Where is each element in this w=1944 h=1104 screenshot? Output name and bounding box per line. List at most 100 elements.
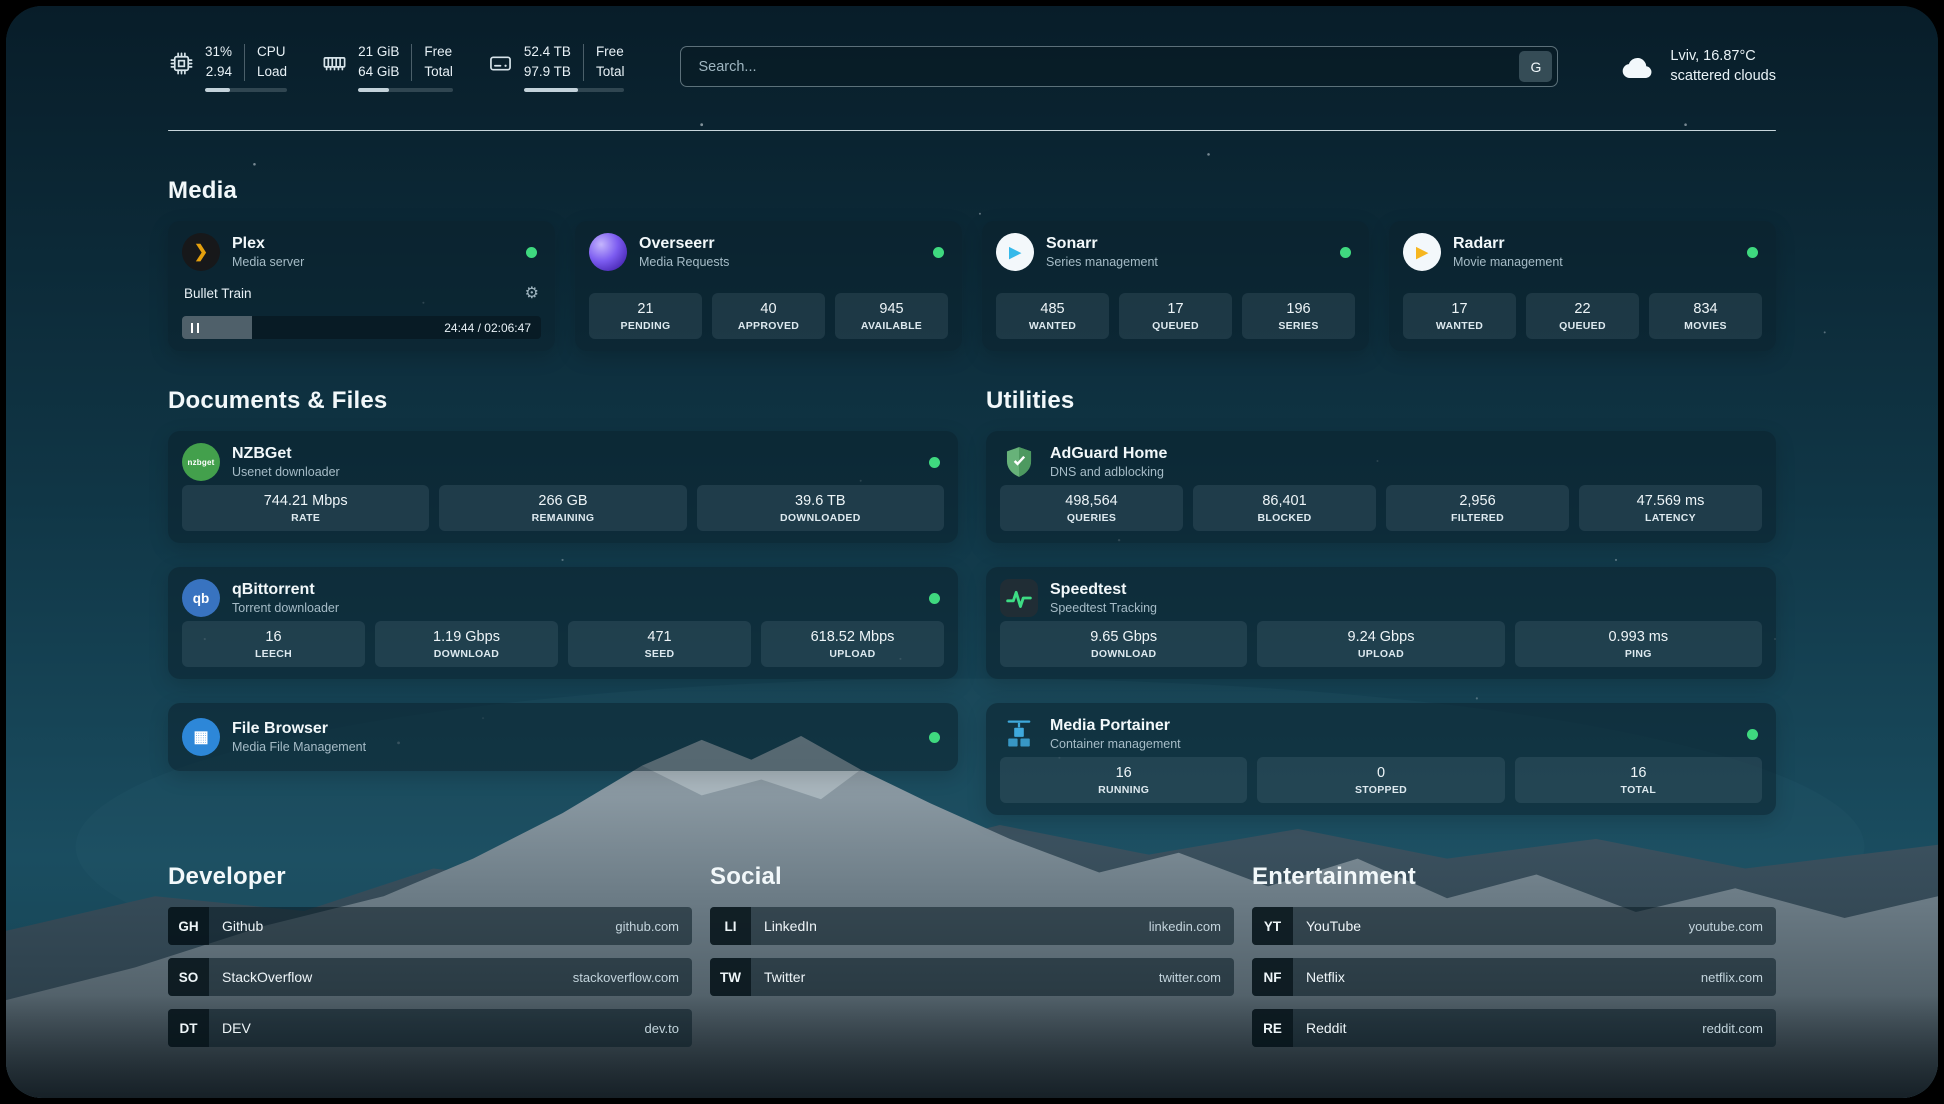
app-desc: Media File Management xyxy=(232,740,366,754)
app-name: qBittorrent xyxy=(232,581,339,599)
bookmarks-developer: Developer GH Github github.com SO StackO… xyxy=(168,863,692,1060)
app-desc: DNS and adblocking xyxy=(1050,465,1167,479)
stat-download: 1.19 Gbps DOWNLOAD xyxy=(375,621,558,667)
weather-condition: scattered clouds xyxy=(1670,66,1776,86)
memory-free-value: 21 GiB xyxy=(358,44,399,61)
stat-stopped: 0 STOPPED xyxy=(1257,757,1504,803)
app-card-plex[interactable]: ❯ Plex Media server Bullet Train ⚙ xyxy=(168,221,555,351)
status-online-dot xyxy=(929,593,940,604)
app-desc: Movie management xyxy=(1453,255,1563,269)
disk-total-value: 97.9 TB xyxy=(524,64,571,81)
disk-widget: 52.4 TB 97.9 TB Free Total xyxy=(487,44,625,92)
stat-queued: 17 QUEUED xyxy=(1119,293,1232,339)
nzbget-icon: nzbget xyxy=(182,443,220,481)
stat-running: 16 RUNNING xyxy=(1000,757,1247,803)
bookmarks-social: Social LI LinkedIn linkedin.com TW Twitt… xyxy=(710,863,1234,1060)
app-name: Sonarr xyxy=(1046,235,1158,253)
cpu-percent: 31% xyxy=(205,44,232,61)
stat-remaining: 266 GB REMAINING xyxy=(439,485,686,531)
app-card-radarr[interactable]: ▶ Radarr Movie management 17 WANTED xyxy=(1389,221,1776,351)
section-utilities: Utilities AdGuard Home DNS and xyxy=(986,387,1776,815)
filebrowser-icon: ▦ xyxy=(182,718,220,756)
cpu-load-label: Load xyxy=(257,64,287,81)
search-engine-badge[interactable]: G xyxy=(1519,51,1552,82)
section-title-social: Social xyxy=(710,863,1234,891)
memory-icon xyxy=(321,50,348,77)
overseerr-icon xyxy=(589,233,627,271)
speedtest-icon xyxy=(1000,579,1038,617)
status-online-dot xyxy=(933,247,944,258)
bookmarks-entertainment: Entertainment YT YouTube youtube.com NF … xyxy=(1252,863,1776,1060)
section-title-utilities: Utilities xyxy=(986,387,1776,415)
app-desc: Media server xyxy=(232,255,304,269)
section-media: Media ❯ Plex Media server Bullet Train ⚙ xyxy=(168,177,1776,351)
disk-icon xyxy=(487,50,514,77)
bookmark-row-netflix[interactable]: NF Netflix netflix.com xyxy=(1252,958,1776,996)
dev-badge: DT xyxy=(168,1009,209,1047)
stat-movies: 834 MOVIES xyxy=(1649,293,1762,339)
cpu-usage-bar xyxy=(205,88,287,92)
section-title-entertainment: Entertainment xyxy=(1252,863,1776,891)
section-title-documents: Documents & Files xyxy=(168,387,958,415)
app-name: File Browser xyxy=(232,720,366,738)
section-documents: Documents & Files nzbget NZBGet Usenet d… xyxy=(168,387,958,815)
cpu-icon xyxy=(168,50,195,77)
playback-time: 24:44 / 02:06:47 xyxy=(444,321,541,335)
linkedin-badge: LI xyxy=(710,907,751,945)
header: 31% 2.94 CPU Load xyxy=(168,6,1776,92)
status-online-dot xyxy=(1747,729,1758,740)
app-name: AdGuard Home xyxy=(1050,445,1167,463)
app-card-filebrowser[interactable]: ▦ File Browser Media File Management xyxy=(168,703,958,771)
app-card-sonarr[interactable]: ▶ Sonarr Series management 485 WANTED xyxy=(982,221,1369,351)
section-title-media: Media xyxy=(168,177,1776,205)
memory-total-label: Total xyxy=(424,64,453,81)
cpu-label: CPU xyxy=(257,44,287,61)
bookmark-row-github[interactable]: GH Github github.com xyxy=(168,907,692,945)
gear-icon[interactable]: ⚙ xyxy=(525,286,539,302)
app-name: Media Portainer xyxy=(1050,717,1181,735)
status-online-dot xyxy=(1747,247,1758,258)
status-online-dot xyxy=(929,457,940,468)
app-card-portainer[interactable]: Media Portainer Container management 16 … xyxy=(986,703,1776,815)
stat-wanted: 485 WANTED xyxy=(996,293,1109,339)
app-card-speedtest[interactable]: Speedtest Speedtest Tracking 9.65 Gbps D… xyxy=(986,567,1776,679)
app-card-nzbget[interactable]: nzbget NZBGet Usenet downloader 744.21 M… xyxy=(168,431,958,543)
stat-upload: 9.24 Gbps UPLOAD xyxy=(1257,621,1504,667)
stat-queries: 498,564 QUERIES xyxy=(1000,485,1183,531)
cloud-icon xyxy=(1616,50,1658,82)
bookmark-row-reddit[interactable]: RE Reddit reddit.com xyxy=(1252,1009,1776,1047)
app-card-overseerr[interactable]: Overseerr Media Requests 21 PENDING 40 A… xyxy=(575,221,962,351)
stat-wanted: 17 WANTED xyxy=(1403,293,1516,339)
search-bar[interactable]: G xyxy=(680,46,1558,87)
disk-total-label: Total xyxy=(596,64,625,81)
sonarr-icon: ▶ xyxy=(996,233,1034,271)
disk-free-value: 52.4 TB xyxy=(524,44,571,61)
stat-download: 9.65 Gbps DOWNLOAD xyxy=(1000,621,1247,667)
bookmark-row-linkedin[interactable]: LI LinkedIn linkedin.com xyxy=(710,907,1234,945)
search-input[interactable] xyxy=(696,58,1519,76)
weather-widget: Lviv, 16.87°C scattered clouds xyxy=(1616,46,1776,87)
bookmark-row-twitter[interactable]: TW Twitter twitter.com xyxy=(710,958,1234,996)
stat-pending: 21 PENDING xyxy=(589,293,702,339)
app-card-qbittorrent[interactable]: qb qBittorrent Torrent downloader 16 LEE… xyxy=(168,567,958,679)
stat-filtered: 2,956 FILTERED xyxy=(1386,485,1569,531)
qbittorrent-icon: qb xyxy=(182,579,220,617)
bookmark-row-stackoverflow[interactable]: SO StackOverflow stackoverflow.com xyxy=(168,958,692,996)
cpu-widget: 31% 2.94 CPU Load xyxy=(168,44,287,92)
playback-progress-bar[interactable]: 24:44 / 02:06:47 xyxy=(182,316,541,339)
adguard-shield-icon xyxy=(1000,443,1038,481)
bookmark-row-youtube[interactable]: YT YouTube youtube.com xyxy=(1252,907,1776,945)
plex-icon: ❯ xyxy=(182,233,220,271)
memory-usage-bar-fill xyxy=(358,88,389,92)
bookmark-row-dev[interactable]: DT DEV dev.to xyxy=(168,1009,692,1047)
app-card-adguard[interactable]: AdGuard Home DNS and adblocking 498,564 … xyxy=(986,431,1776,543)
status-online-dot xyxy=(929,732,940,743)
app-name: Overseerr xyxy=(639,235,729,253)
stat-rate: 744.21 Mbps RATE xyxy=(182,485,429,531)
stat-series: 196 SERIES xyxy=(1242,293,1355,339)
disk-usage-bar-fill xyxy=(524,88,578,92)
section-title-developer: Developer xyxy=(168,863,692,891)
pause-icon[interactable] xyxy=(191,323,199,333)
app-desc: Speedtest Tracking xyxy=(1050,601,1157,615)
app-desc: Torrent downloader xyxy=(232,601,339,615)
